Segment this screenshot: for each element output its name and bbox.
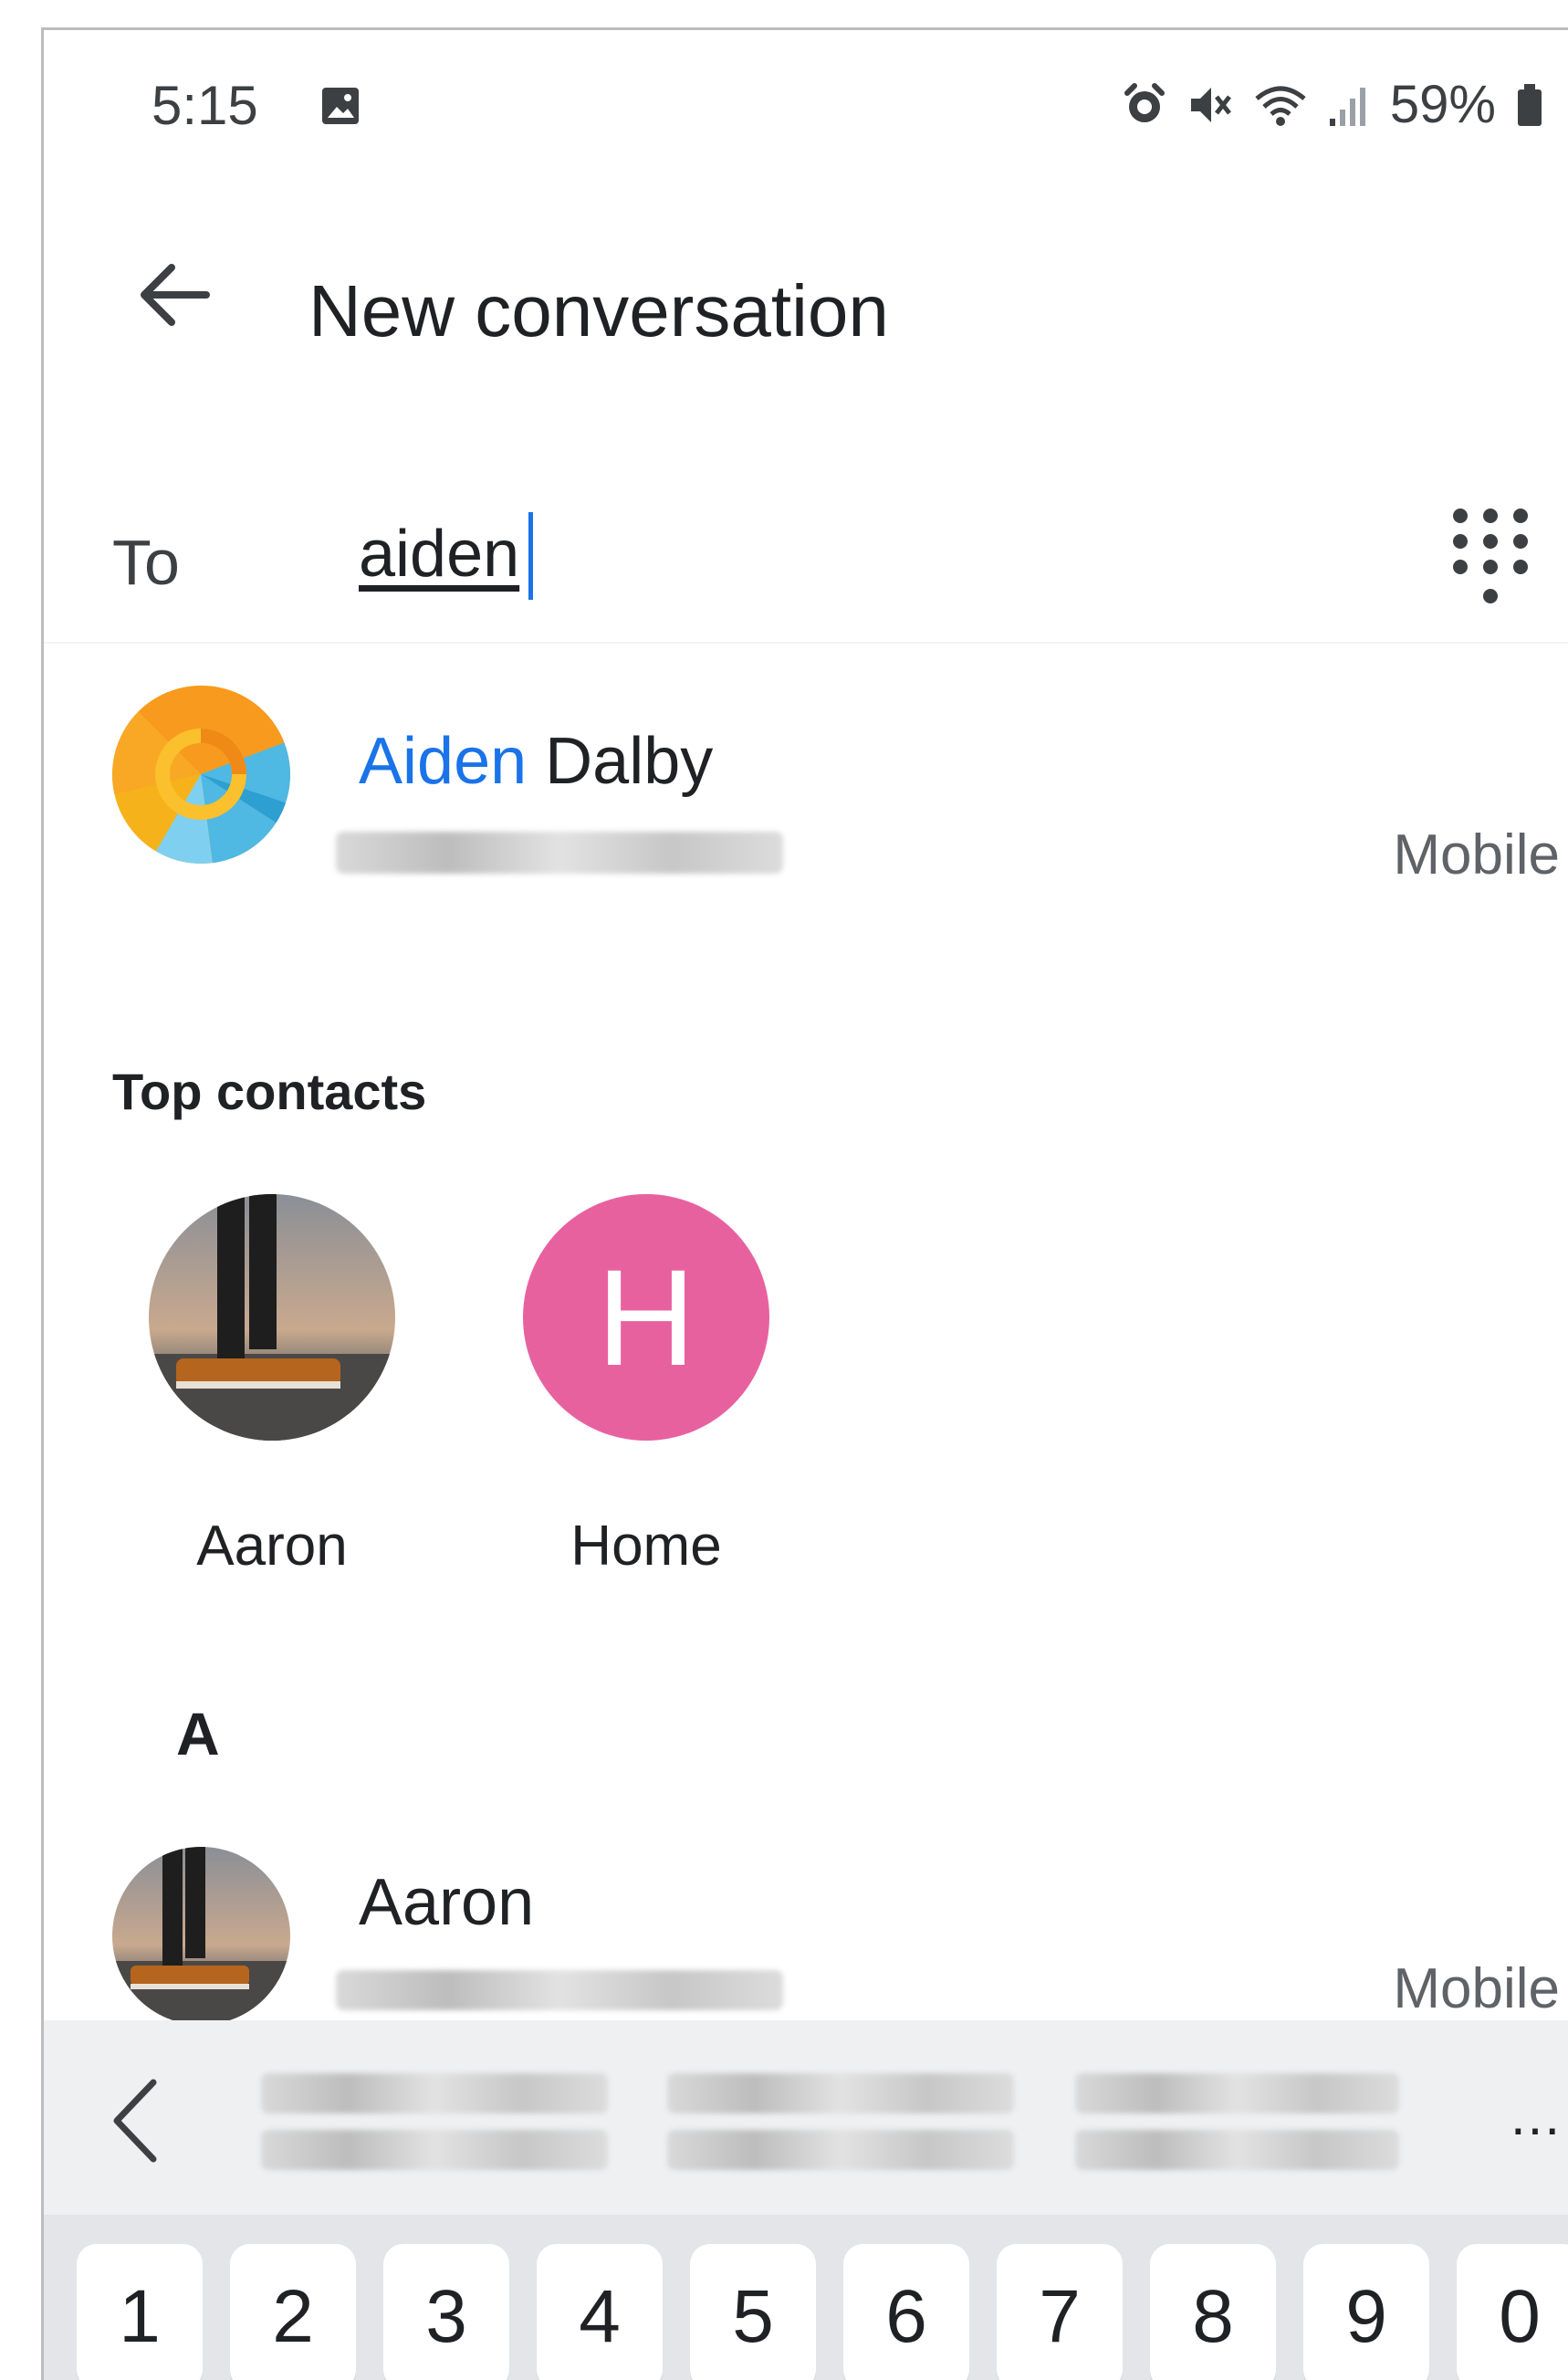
photo-avatar xyxy=(149,1194,395,1441)
key-9[interactable]: 9 xyxy=(1303,2244,1429,2380)
contact-name-aaron[interactable]: Aaron xyxy=(359,1865,534,1940)
top-contact-aaron-avatar[interactable] xyxy=(149,1194,395,1441)
keyboard-suggestion-bar xyxy=(44,2020,1568,2215)
key-3[interactable]: 3 xyxy=(383,2244,509,2380)
contact-type-label: Mobile xyxy=(1393,823,1560,886)
name-rest: Dalby xyxy=(527,725,714,798)
key-7[interactable]: 7 xyxy=(997,2244,1123,2380)
redacted-suggestion[interactable] xyxy=(667,2073,1014,2113)
top-contact-home-avatar[interactable]: H xyxy=(523,1194,769,1441)
signal-icon xyxy=(1329,87,1365,126)
redacted-phone-number xyxy=(336,1970,783,2010)
top-contact-aaron-name[interactable]: Aaron xyxy=(149,1514,395,1578)
redacted-suggestion[interactable] xyxy=(1075,2073,1399,2113)
redacted-suggestion[interactable] xyxy=(261,2073,608,2113)
top-contacts-heading: Top contacts xyxy=(112,1063,427,1120)
contact-avatar-aaron[interactable] xyxy=(112,1847,290,2025)
key-8[interactable]: 8 xyxy=(1150,2244,1276,2380)
image-icon xyxy=(322,88,359,124)
name-match-highlight: Aiden xyxy=(359,725,528,798)
to-label: To xyxy=(112,527,180,598)
page-title: New conversation xyxy=(308,270,889,351)
key-1[interactable]: 1 xyxy=(77,2244,203,2380)
more-options-icon[interactable]: ... xyxy=(1511,2084,1562,2147)
text-caret xyxy=(528,512,533,600)
top-contact-home-name[interactable]: Home xyxy=(523,1514,769,1578)
wifi-icon xyxy=(1255,86,1306,126)
alarm-icon xyxy=(1124,82,1165,122)
photo-avatar xyxy=(112,1847,290,2025)
chevron-left-icon[interactable] xyxy=(103,2075,167,2166)
battery-percent: 59% xyxy=(1389,75,1496,134)
mute-icon xyxy=(1190,87,1231,122)
contact-name-aiden[interactable]: Aiden Dalby xyxy=(359,724,713,799)
battery-icon xyxy=(1518,83,1542,126)
redacted-suggestion xyxy=(1075,2130,1399,2170)
redacted-phone-number xyxy=(336,832,783,874)
key-5[interactable]: 5 xyxy=(690,2244,816,2380)
contact-avatar-aiden[interactable] xyxy=(112,686,290,864)
contact-type-label: Mobile xyxy=(1393,1957,1560,2020)
key-4[interactable]: 4 xyxy=(537,2244,663,2380)
phone-screen: 5:15 59% New conversation To aiden Aiden… xyxy=(41,27,1568,2380)
status-time: 5:15 xyxy=(152,75,258,136)
avatar-initial: H xyxy=(596,1240,696,1394)
key-6[interactable]: 6 xyxy=(843,2244,969,2380)
avatar-graphic xyxy=(112,686,290,864)
section-letter-header: A xyxy=(176,1700,220,1767)
key-2[interactable]: 2 xyxy=(230,2244,356,2380)
arrow-left-icon[interactable] xyxy=(126,245,226,345)
redacted-suggestion xyxy=(667,2130,1014,2170)
dialpad-icon[interactable] xyxy=(1449,505,1531,614)
redacted-suggestion xyxy=(261,2130,608,2170)
status-icons: 59% xyxy=(1122,74,1543,135)
recipient-input[interactable] xyxy=(359,512,815,596)
key-0[interactable]: 0 xyxy=(1457,2244,1568,2380)
